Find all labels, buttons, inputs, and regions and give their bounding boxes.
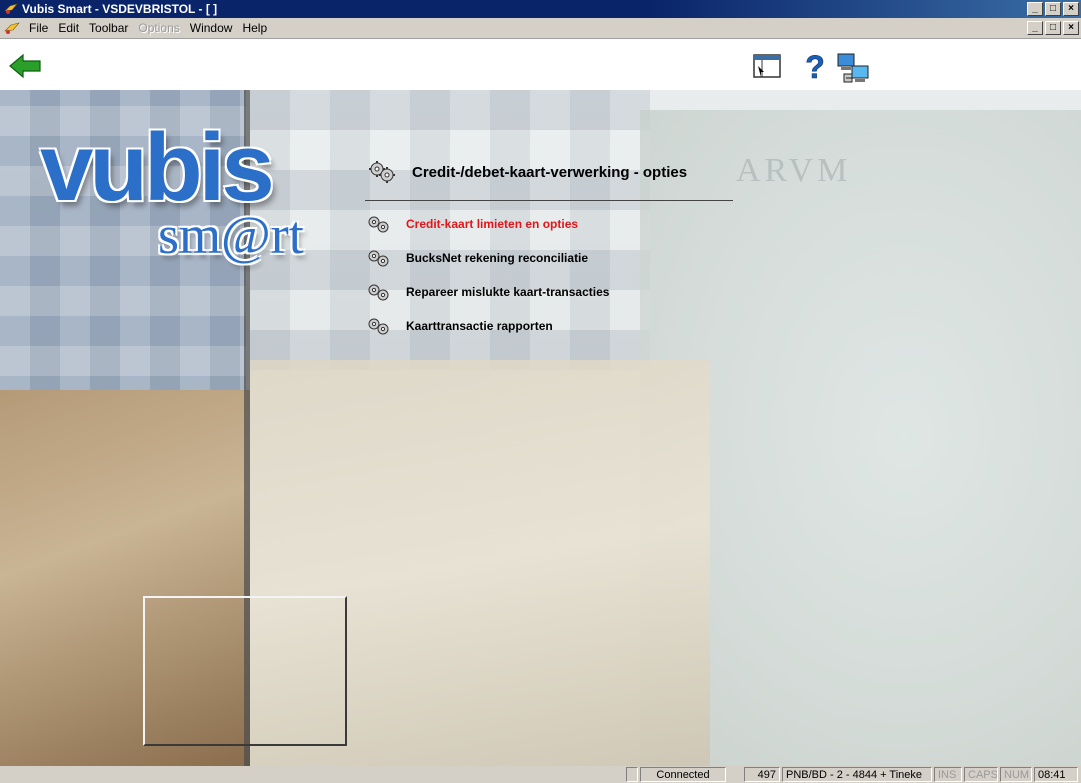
option-card-transaction-reports[interactable]: Kaarttransactie rapporten <box>366 316 553 336</box>
status-ins: INS <box>934 767 962 782</box>
gears-icon <box>368 284 389 301</box>
minimize-button[interactable]: _ <box>1027 2 1043 16</box>
child-minimize-button[interactable]: _ <box>1027 21 1043 35</box>
child-restore-button[interactable]: □ <box>1045 21 1061 35</box>
maximize-button[interactable]: □ <box>1045 2 1061 16</box>
status-blank <box>626 767 638 782</box>
vubis-logo: vubis sm@rt <box>40 114 304 263</box>
status-time: 08:41 <box>1034 767 1078 782</box>
option-bucksnet-reconciliation[interactable]: BucksNet rekening reconciliatie <box>366 248 588 268</box>
page-title-text: Credit-/debet-kaart-verwerking - opties <box>412 163 688 181</box>
menu-options: Options <box>138 21 180 35</box>
option-repair-failed-transactions[interactable]: Repareer mislukte kaart-transacties <box>366 282 609 302</box>
gears-icon <box>369 161 395 183</box>
status-session: PNB/BD - 2 - 4844 + Tineke <box>782 767 932 782</box>
menu-window[interactable]: Window <box>185 21 238 35</box>
gears-icon <box>368 318 389 335</box>
svg-text:?: ? <box>805 52 825 82</box>
screen-icon[interactable] <box>752 52 782 80</box>
window-title: Vubis Smart - VSDEVBRISTOL - [ ] <box>22 2 218 16</box>
child-close-button[interactable]: × <box>1063 21 1079 35</box>
menu-bar: File Edit Toolbar Options Window Help _ … <box>0 18 1081 38</box>
logo-main-text: vubis <box>40 114 275 221</box>
gears-icon <box>368 216 389 233</box>
main-area: ARVM vubis sm@rt Credit-/debet-kaart-ver… <box>0 90 1081 766</box>
menu-toolbar[interactable]: Toolbar <box>84 21 133 35</box>
status-connection: Connected <box>640 767 726 782</box>
status-caps: CAPS <box>964 767 998 782</box>
help-icon[interactable]: ? <box>804 52 826 82</box>
gears-icon <box>368 250 389 267</box>
option-label: Kaarttransactie rapporten <box>406 319 553 333</box>
option-label: Repareer mislukte kaart-transacties <box>406 285 610 299</box>
option-label: BucksNet rekening reconciliatie <box>406 251 589 265</box>
menu-edit[interactable]: Edit <box>53 21 84 35</box>
app-icon <box>4 3 18 14</box>
status-num: NUM <box>1000 767 1032 782</box>
network-icon[interactable] <box>836 52 872 86</box>
status-number: 497 <box>744 767 780 782</box>
logo-sub-text: sm@rt <box>158 205 304 265</box>
option-label: Credit-kaart limieten en opties <box>406 217 579 231</box>
page-title: Credit-/debet-kaart-verwerking - opties <box>368 160 687 184</box>
back-arrow-icon[interactable] <box>8 53 42 79</box>
close-button[interactable]: × <box>1063 2 1079 16</box>
app-menu-icon[interactable] <box>4 21 20 35</box>
menu-help[interactable]: Help <box>237 21 272 35</box>
option-credit-card-limits[interactable]: Credit-kaart limieten en opties <box>366 214 578 234</box>
status-bar: Connected 497 PNB/BD - 2 - 4844 + Tineke… <box>0 766 1081 783</box>
toolbar: ? <box>0 38 1081 90</box>
title-divider <box>365 200 733 201</box>
title-bar: Vubis Smart - VSDEVBRISTOL - [ ] _ □ × <box>0 0 1081 18</box>
menu-file[interactable]: File <box>24 21 53 35</box>
background-frame <box>143 596 347 746</box>
background-map-label: ARVM <box>736 152 852 189</box>
